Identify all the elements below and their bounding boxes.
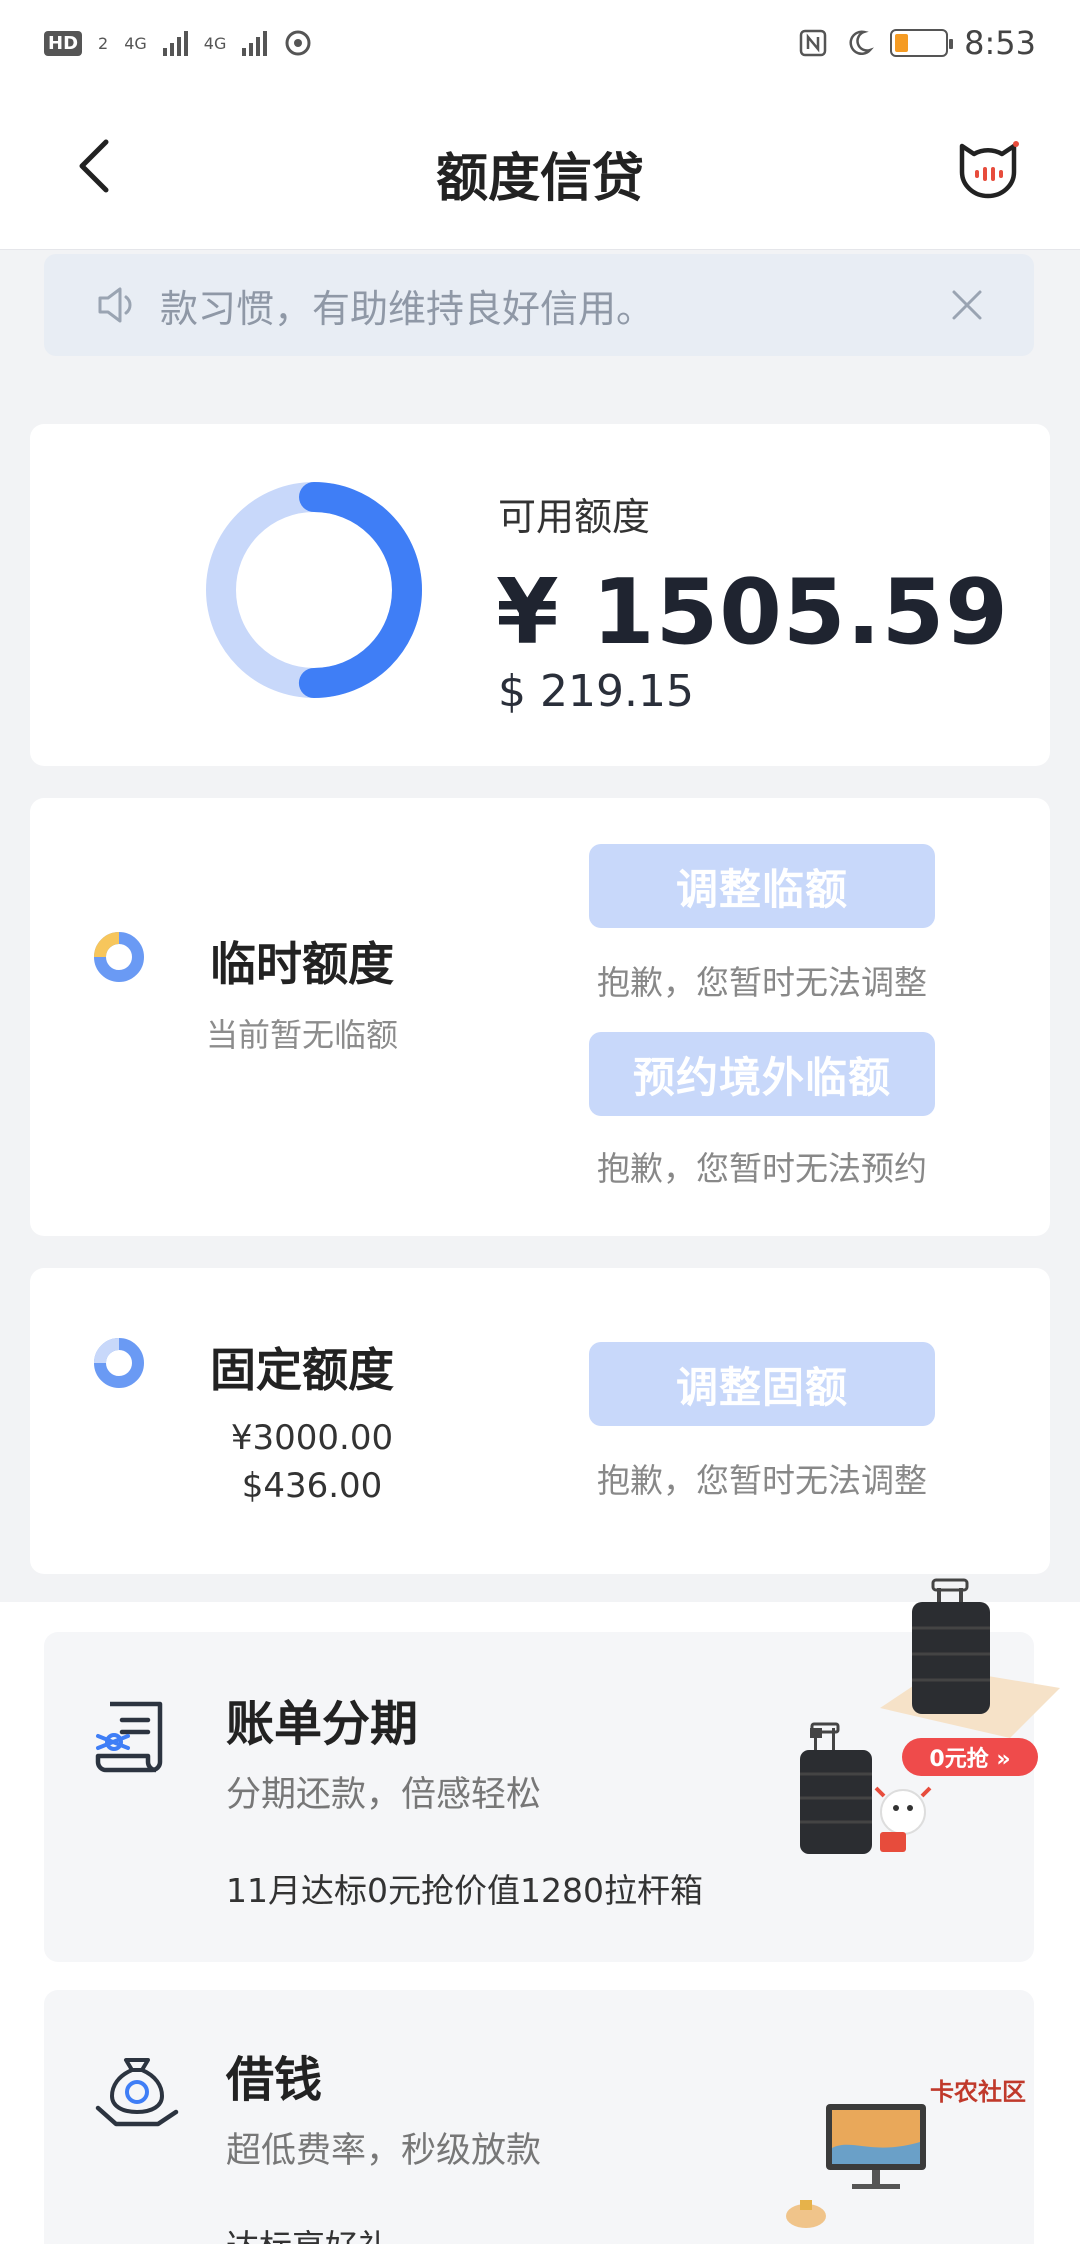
page-title: 额度信贷 bbox=[435, 149, 644, 209]
available-credit-card: 可用额度 ¥ 1505.59 $ 219.15 bbox=[30, 424, 1050, 766]
grab-badge[interactable]: 0元抢 » bbox=[902, 1738, 1038, 1776]
borrow-tag: 达标享好礼 bbox=[226, 2220, 391, 2244]
tv-illustration bbox=[786, 2104, 926, 2228]
bill-installment-subtitle: 分期还款，倍感轻松 bbox=[226, 1775, 542, 1815]
network-type-1: 4G bbox=[124, 33, 147, 53]
available-credit-cny: ¥ 1505.59 bbox=[496, 560, 1009, 665]
reserve-overseas-button[interactable]: 预约境外临额 bbox=[589, 1032, 935, 1116]
fixed-credit-card: 固定额度 ¥3000.00 $436.00 调整固额 抱歉，您暂时无法调整 bbox=[30, 1268, 1050, 1574]
reserve-overseas-note: 抱歉，您暂时无法预约 bbox=[597, 1149, 927, 1188]
temp-credit-card: 临时额度 当前暂无临额 调整临额 抱歉，您暂时无法调整 预约境外临额 抱歉，您暂… bbox=[30, 798, 1050, 1236]
status-bar: HD 2 4G 4G 8:53 bbox=[0, 0, 1080, 86]
available-credit-usd: $ 219.15 bbox=[498, 666, 694, 717]
temp-credit-icon bbox=[94, 932, 144, 982]
temp-credit-subtitle: 当前暂无临额 bbox=[206, 1016, 399, 1054]
signal-icon-2 bbox=[242, 30, 268, 56]
fixed-credit-usd: $436.00 bbox=[241, 1466, 383, 1506]
bill-installment-tag: 11月达标0元抢价值1280拉杆箱 bbox=[226, 1871, 703, 1910]
fixed-credit-icon bbox=[94, 1338, 144, 1388]
clock: 8:53 bbox=[964, 24, 1036, 62]
borrow-title: 借钱 bbox=[226, 2052, 323, 2108]
fixed-credit-title: 固定额度 bbox=[210, 1343, 394, 1397]
notice-text: 款习惯，有助维持良好信用。 bbox=[160, 286, 655, 331]
hotspot-icon bbox=[285, 30, 311, 56]
temp-credit-title: 临时额度 bbox=[210, 937, 394, 991]
available-credit-ring bbox=[206, 482, 422, 698]
bill-installment-title: 账单分期 bbox=[226, 1696, 419, 1752]
status-left: HD 2 4G 4G bbox=[44, 28, 313, 58]
hd-indicator: HD bbox=[44, 30, 83, 56]
speaker-icon bbox=[98, 287, 132, 323]
available-credit-label: 可用额度 bbox=[498, 495, 651, 539]
network-type-2: 4G bbox=[203, 33, 227, 53]
nfc-icon bbox=[799, 29, 827, 57]
watermark: 卡农社区 bbox=[930, 2078, 1026, 2106]
status-right: 8:53 bbox=[798, 24, 1036, 62]
notice-banner: 款习惯，有助维持良好信用。 bbox=[44, 254, 1034, 356]
hd-sub: 2 bbox=[98, 33, 109, 53]
borrow-subtitle: 超低费率，秒级放款 bbox=[226, 2131, 542, 2171]
adjust-temp-button[interactable]: 调整临额 bbox=[589, 844, 935, 928]
installment-icon bbox=[95, 1701, 163, 1773]
nav-bar: 额度信贷 bbox=[0, 86, 1080, 250]
adjust-fixed-note: 抱歉，您暂时无法调整 bbox=[597, 1461, 927, 1500]
close-icon[interactable] bbox=[950, 288, 984, 322]
battery-icon bbox=[890, 29, 954, 57]
customer-service-icon[interactable] bbox=[954, 136, 1022, 200]
fixed-credit-cny: ¥3000.00 bbox=[230, 1418, 394, 1458]
moon-icon bbox=[849, 30, 875, 55]
adjust-temp-note: 抱歉，您暂时无法调整 bbox=[597, 963, 927, 1002]
adjust-fixed-button[interactable]: 调整固额 bbox=[589, 1342, 935, 1426]
money-bag-icon bbox=[95, 2058, 179, 2127]
signal-icon bbox=[162, 30, 188, 56]
suitcase-illustration bbox=[800, 1578, 1060, 1854]
